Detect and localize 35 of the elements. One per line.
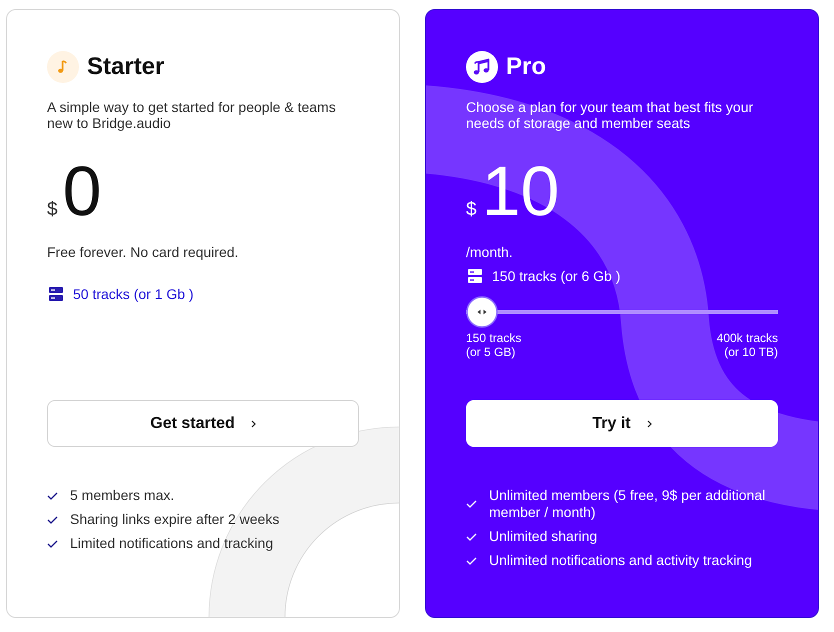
feature-text: Limited notifications and tracking [70, 535, 274, 552]
plan-title: Starter [87, 53, 164, 81]
plan-description: A simple way to get started for people & teams new to Bridge.audio [47, 99, 337, 131]
plan-button[interactable]: Try it [466, 400, 778, 447]
billing-period: /month. [466, 243, 514, 261]
check-icon [466, 532, 477, 540]
chevron-right-icon [250, 420, 256, 428]
slider-min-label: 150 tracks (or 5 GB) [466, 331, 522, 359]
check-icon [47, 540, 58, 548]
feature-text: Unlimited notifications and activity tracking [489, 552, 752, 569]
feature-text: Sharing links expire after 2 weeks [70, 511, 280, 528]
price-amount: 0 [62, 156, 102, 226]
slider-max-label: 400k tracks (or 10 TB) [716, 331, 778, 359]
music-note-icon [47, 51, 79, 83]
server-stack-icon [468, 269, 482, 283]
currency-symbol: $ [466, 200, 477, 219]
server-stack-icon [49, 287, 63, 301]
currency-symbol: $ [47, 200, 58, 219]
storage-limit: 150 tracks (or 6 Gb ) [492, 267, 620, 285]
plan-title: Pro [506, 53, 546, 81]
slider-thumb[interactable] [466, 296, 498, 328]
plan-description: Choose a plan for your team that best fits your needs of storage and member seats [466, 99, 754, 131]
price-amount: 10 [482, 156, 560, 226]
feature-text: 5 members max. [70, 487, 174, 504]
check-icon [47, 492, 58, 500]
check-icon [466, 500, 477, 508]
feature-text: Unlimited members (5 free, 9$ per additional member / month) [489, 487, 766, 521]
music-notes-icon [466, 51, 498, 83]
check-icon [47, 516, 58, 524]
check-icon [466, 556, 477, 564]
chevron-right-icon [646, 420, 652, 428]
plan-button[interactable]: Get started [47, 400, 359, 447]
storage-limit: 50 tracks (or 1 Gb ) [73, 285, 194, 303]
feature-text: Unlimited sharing [489, 528, 598, 545]
plan-note: Free forever. No card required. [47, 243, 240, 261]
